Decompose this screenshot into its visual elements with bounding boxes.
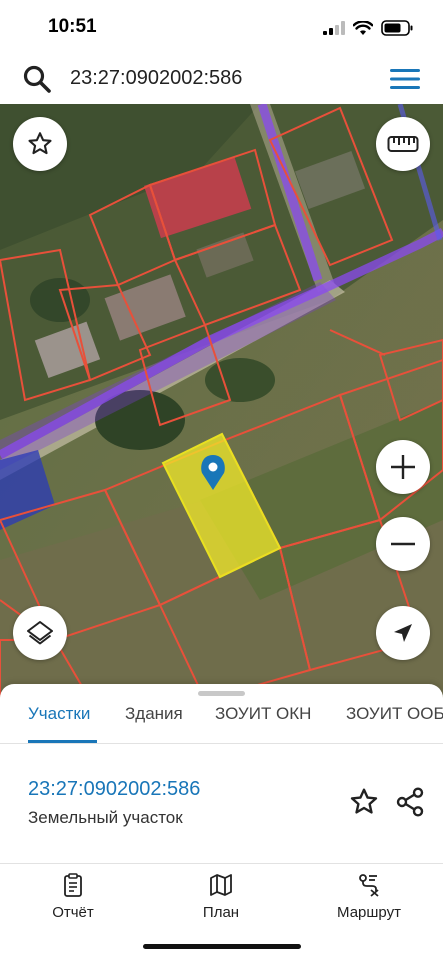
map-view[interactable] (0, 104, 443, 700)
wifi-icon (353, 20, 373, 35)
ruler-button[interactable] (376, 117, 430, 171)
search-icon[interactable] (22, 64, 52, 94)
active-tab-indicator (28, 740, 97, 743)
plus-icon (391, 455, 415, 479)
layers-icon (27, 621, 53, 645)
zoom-in-button[interactable] (376, 440, 430, 494)
navigation-arrow-icon (394, 624, 412, 642)
sheet-drag-handle[interactable] (198, 691, 245, 696)
home-indicator[interactable] (143, 944, 301, 949)
signal-icon (323, 21, 345, 35)
search-bar (6, 58, 438, 98)
minus-icon (391, 542, 415, 546)
battery-icon (381, 20, 413, 36)
star-icon (28, 132, 52, 155)
favorite-map-button[interactable] (13, 117, 67, 171)
search-input[interactable] (70, 62, 370, 94)
locate-button[interactable] (376, 606, 430, 660)
tab-zouit-oob[interactable]: ЗОУИТ ООБ (346, 704, 443, 724)
nav-route[interactable]: Маршрут (314, 872, 424, 921)
menu-icon[interactable] (388, 66, 422, 92)
ruler-icon (387, 136, 419, 152)
zoom-out-button[interactable] (376, 517, 430, 571)
tab-buildings[interactable]: Здания (125, 704, 183, 724)
nav-route-label: Маршрут (337, 904, 401, 921)
parcel-card[interactable]: 23:27:0902002:586 Земельный участок (0, 744, 443, 864)
parcel-cadastral-number[interactable]: 23:27:0902002:586 (28, 778, 200, 801)
status-icons (323, 20, 413, 36)
status-time: 10:51 (48, 16, 97, 37)
report-icon (64, 873, 82, 897)
status-bar: 10:51 (0, 0, 443, 56)
tab-bar: Участки Здания ЗОУИТ ОКН ЗОУИТ ООБ (0, 700, 443, 744)
nav-report[interactable]: Отчёт (18, 872, 128, 921)
parcel-type: Земельный участок (28, 808, 183, 827)
map-plan-icon (210, 874, 232, 896)
share-icon[interactable] (394, 786, 426, 818)
tab-parcels[interactable]: Участки (28, 704, 90, 724)
bottom-sheet: Участки Здания ЗОУИТ ОКН ЗОУИТ ООБ 23:27… (0, 684, 443, 960)
bottom-nav: Отчёт План Маршрут (0, 864, 443, 934)
nav-plan-label: План (202, 904, 240, 921)
route-icon (359, 874, 379, 897)
satellite-map[interactable] (0, 104, 443, 700)
nav-plan[interactable]: План (166, 872, 276, 921)
layers-button[interactable] (13, 606, 67, 660)
tab-zouit-okn[interactable]: ЗОУИТ ОКН (215, 704, 311, 724)
star-icon[interactable] (348, 786, 380, 818)
nav-report-label: Отчёт (52, 904, 94, 921)
